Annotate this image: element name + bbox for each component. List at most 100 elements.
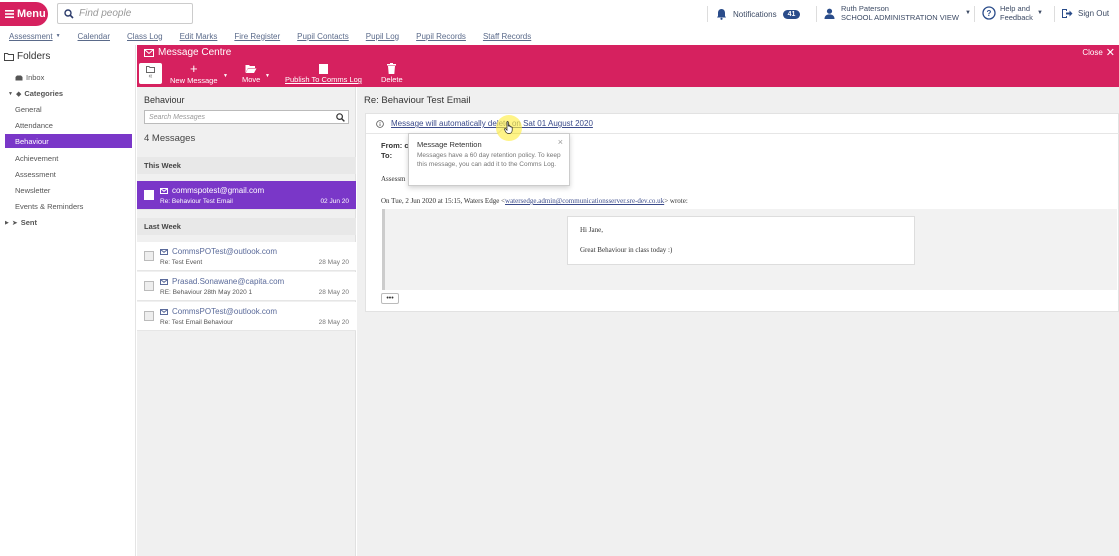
- message-date: 28 May 20: [318, 319, 349, 326]
- sidebar-item-assessment[interactable]: Assessment: [15, 170, 56, 179]
- subnav-fire-register[interactable]: Fire Register: [234, 32, 280, 41]
- notifications-count-badge: 41: [782, 9, 801, 19]
- sidebar-item-events-reminders[interactable]: Events & Reminders: [15, 202, 83, 211]
- close-icon[interactable]: ×: [558, 137, 563, 147]
- sidebar-item-attendance[interactable]: Attendance: [15, 121, 53, 130]
- sidebar-item-label: General: [15, 105, 42, 114]
- folders-sidebar: Folders Inbox ▼ ◆ Categories General Att…: [0, 45, 136, 556]
- list-item[interactable]: CommsPOTest@outlook.com Re: Test Email B…: [137, 302, 356, 331]
- message-date: 28 May 20: [318, 289, 349, 296]
- sidebar-item-label: Categories: [24, 89, 64, 98]
- menu-label: Menu: [17, 8, 46, 20]
- envelope-icon: [160, 308, 168, 315]
- subnav-class-log[interactable]: Class Log: [127, 32, 163, 41]
- sidebar-item-achievement[interactable]: Achievement: [15, 154, 58, 163]
- sidebar-item-behaviour[interactable]: Behaviour: [5, 134, 132, 148]
- divider: [1054, 6, 1055, 22]
- sign-out-button[interactable]: Sign Out: [1061, 8, 1109, 19]
- close-button[interactable]: Close ✕: [1082, 45, 1115, 60]
- sidebar-item-label: Sent: [20, 218, 37, 227]
- sidebar-item-label: Newsletter: [15, 186, 51, 195]
- quote-greeting: Hi Jane,: [580, 226, 603, 234]
- subnav-pupil-contacts[interactable]: Pupil Contacts: [297, 32, 349, 41]
- section-this-week: This Week: [137, 157, 356, 174]
- sidebar-item-label: Achievement: [15, 154, 59, 163]
- message-checkbox[interactable]: [144, 251, 154, 261]
- find-people-input[interactable]: Find people: [57, 3, 193, 24]
- collapse-folders-button[interactable]: «: [139, 63, 162, 84]
- user-menu[interactable]: Ruth Paterson SCHOOL ADMINISTRATION VIEW…: [824, 4, 971, 22]
- retention-notice[interactable]: Message will automatically delete on Sat…: [376, 119, 593, 128]
- folders-label: Folders: [17, 51, 51, 62]
- user-icon: [824, 8, 835, 19]
- help-label-line2: Feedback: [1000, 13, 1033, 22]
- list-item[interactable]: commspotest@gmail.com Re: Behaviour Test…: [137, 181, 356, 210]
- subnav-pupil-records[interactable]: Pupil Records: [416, 32, 466, 41]
- search-icon: [64, 8, 74, 19]
- subnav-assessment[interactable]: Assessment: [9, 32, 53, 41]
- help-label-line1: Help and: [1000, 4, 1031, 13]
- message-count: 4 Messages: [144, 133, 196, 144]
- message-subject: RE: Behaviour 28th May 2020 1: [160, 289, 253, 296]
- message-centre-title: Message Centre: [158, 47, 232, 58]
- show-trimmed-content-button[interactable]: •••: [381, 293, 399, 304]
- search-icon[interactable]: [336, 113, 345, 122]
- sidebar-item-inbox[interactable]: Inbox: [15, 73, 44, 82]
- notifications-button[interactable]: Notifications 41: [716, 5, 801, 23]
- send-icon: ➤: [11, 219, 18, 227]
- list-item[interactable]: Prasad.Sonawane@capita.com RE: Behaviour…: [137, 272, 356, 301]
- message-list-panel: Behaviour Search Messages 4 Messages Thi…: [137, 87, 356, 556]
- tag-icon: ◆: [15, 90, 22, 98]
- subnav-edit-marks[interactable]: Edit Marks: [180, 32, 218, 41]
- message-checkbox[interactable]: [144, 190, 154, 200]
- publish-to-comms-log-button[interactable]: Publish To Comms Log: [285, 62, 362, 84]
- move-button[interactable]: Move: [242, 62, 260, 84]
- inbox-icon: [15, 75, 23, 80]
- sidebar-item-general[interactable]: General: [15, 105, 42, 114]
- sender-email-link[interactable]: watersedge.admin@communicationsserver.sr…: [505, 197, 664, 205]
- envelope-icon: [144, 48, 154, 57]
- message-centre-header: Message Centre Close ✕: [137, 45, 1119, 60]
- trash-icon: [387, 63, 397, 74]
- search-messages-placeholder: Search Messages: [149, 113, 206, 121]
- subnav-calendar[interactable]: Calendar: [78, 32, 110, 41]
- subnav-staff-records[interactable]: Staff Records: [483, 32, 531, 41]
- divider: [974, 6, 975, 22]
- chevron-down-icon: ▼: [964, 9, 971, 16]
- quoted-message: Hi Jane, Great Behaviour in class today …: [382, 209, 1117, 290]
- message-checkbox[interactable]: [144, 281, 154, 291]
- message-from: CommsPOTest@outlook.com: [160, 247, 277, 256]
- close-label: Close: [1082, 48, 1103, 57]
- body-fragment: Assessm: [381, 175, 406, 183]
- subnav-pupil-log[interactable]: Pupil Log: [366, 32, 399, 41]
- message-from: CommsPOTest@outlook.com: [160, 307, 277, 316]
- help-feedback-button[interactable]: ? Help and Feedback ▼: [982, 4, 1043, 22]
- hand-cursor-icon: [504, 121, 513, 134]
- hamburger-icon: [5, 10, 14, 18]
- quote-attribution: On Tue, 2 Jun 2020 at 15:15, Waters Edge…: [381, 197, 688, 205]
- popover-title: Message Retention: [417, 140, 482, 149]
- list-item[interactable]: CommsPOTest@outlook.com Re: Test Event 2…: [137, 242, 356, 271]
- message-from: Prasad.Sonawane@capita.com: [160, 277, 284, 286]
- move-label: Move: [242, 75, 261, 84]
- quoted-message-body: Hi Jane, Great Behaviour in class today …: [567, 216, 915, 265]
- bell-icon: [717, 9, 726, 20]
- sidebar-item-label: Inbox: [26, 73, 45, 82]
- message-subject: Re: Test Email Behaviour: [160, 319, 233, 326]
- menu-button[interactable]: Menu: [0, 2, 48, 26]
- delete-button[interactable]: Delete: [381, 62, 403, 84]
- sidebar-item-sent[interactable]: ▶ ➤ Sent: [5, 218, 37, 227]
- sidebar-item-label: Behaviour: [15, 136, 49, 146]
- new-message-button[interactable]: + New Message: [170, 62, 218, 85]
- info-icon: [376, 119, 384, 128]
- sidebar-item-categories[interactable]: ▼ ◆ Categories: [8, 89, 63, 98]
- folder-heading: Behaviour: [144, 95, 185, 105]
- message-checkbox[interactable]: [144, 311, 154, 321]
- sidebar-item-newsletter[interactable]: Newsletter: [15, 186, 50, 195]
- search-messages-input[interactable]: Search Messages: [144, 110, 349, 124]
- section-last-week: Last Week: [137, 218, 356, 235]
- sub-navigation: Assessment ▼ Calendar Class Log Edit Mar…: [0, 28, 1119, 44]
- message-title: Re: Behaviour Test Email: [364, 95, 471, 106]
- close-icon: ✕: [1105, 47, 1115, 59]
- folders-title: Folders: [4, 51, 50, 62]
